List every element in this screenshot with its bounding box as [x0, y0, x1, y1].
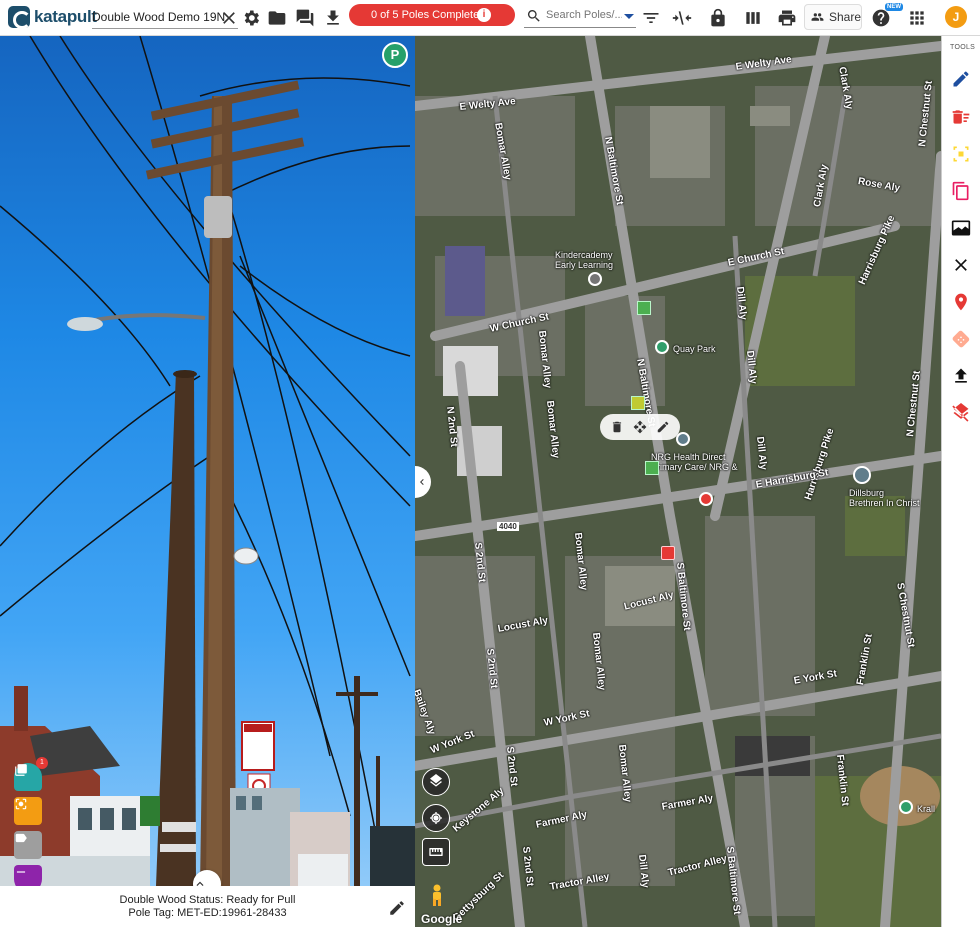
- map-layers-button[interactable]: [422, 768, 450, 796]
- layers-off-tool[interactable]: [950, 402, 972, 424]
- photo-count-badge: 1: [36, 757, 48, 769]
- bandage-tool[interactable]: [950, 328, 972, 350]
- label-icon: [15, 833, 27, 843]
- map-image-icon: [951, 220, 971, 236]
- user-avatar[interactable]: J: [945, 6, 967, 28]
- pole-tag: Pole Tag: MET-ED:19961-28433: [128, 907, 287, 919]
- logo-text: katapult: [34, 7, 97, 26]
- katapult-logo-icon: [8, 6, 31, 29]
- new-badge: NEW: [885, 3, 903, 11]
- church-icon[interactable]: [853, 466, 871, 484]
- park-tree-icon[interactable]: [899, 800, 913, 814]
- filter-icon[interactable]: [640, 7, 662, 29]
- search-input[interactable]: [546, 9, 622, 21]
- poi-nrg-health[interactable]: NRG Health Direct Primary Care/ NRG &: [651, 452, 738, 472]
- folder-icon[interactable]: [266, 7, 288, 29]
- map-marker-icon: [955, 293, 967, 311]
- focus-button[interactable]: [14, 797, 42, 825]
- people-icon: [811, 13, 824, 21]
- pole-marker-red[interactable]: [661, 546, 675, 560]
- upload-tool[interactable]: [950, 365, 972, 387]
- search-poles[interactable]: [524, 6, 636, 28]
- close-icon: [955, 259, 967, 271]
- minus-icon: [16, 871, 26, 873]
- chevron-left-icon: [420, 479, 424, 485]
- pole-actions-toolbar: [600, 414, 680, 440]
- edit-pencil-icon[interactable]: [656, 420, 670, 434]
- photo-side-tools: 1: [14, 757, 48, 886]
- pole-marker-selected[interactable]: [631, 396, 645, 410]
- tag-button[interactable]: [14, 831, 42, 859]
- download-icon[interactable]: [322, 7, 344, 29]
- minus-button[interactable]: [14, 865, 42, 886]
- ruler-icon: [429, 848, 443, 856]
- top-bar: katapult Double Wood Demo 19N 0 of 5 Pol…: [0, 0, 980, 36]
- progress-text: 0 of 5 Poles Completed: [371, 9, 486, 21]
- job-name-field[interactable]: Double Wood Demo 19N: [92, 7, 238, 29]
- clear-job-icon[interactable]: [218, 7, 240, 29]
- lock-icon[interactable]: [707, 7, 729, 29]
- pole-marker-alert[interactable]: [699, 492, 713, 506]
- pole-marker[interactable]: [645, 461, 659, 475]
- select-box-tool[interactable]: [950, 143, 972, 165]
- edit-status-pencil-icon[interactable]: [388, 899, 406, 917]
- photo-library-icon: [15, 764, 27, 776]
- pole-photo: [0, 36, 415, 886]
- apps-grid-icon[interactable]: [906, 7, 928, 29]
- layers-off-icon: [952, 403, 969, 422]
- delete-icon[interactable]: [610, 420, 624, 434]
- settings-gear-icon[interactable]: [240, 7, 262, 29]
- merge-arrows-icon[interactable]: [671, 7, 693, 29]
- park-tree-icon[interactable]: [655, 340, 669, 354]
- poi-dillsburg-brethren[interactable]: Dillsburg Brethren In Christ: [849, 488, 920, 508]
- columns-icon[interactable]: [742, 7, 764, 29]
- pole-status-footer: Double Wood Status: Ready for Pull Pole …: [0, 886, 415, 927]
- crosshair-icon: [430, 812, 442, 824]
- photo-gallery-button[interactable]: 1: [14, 757, 48, 791]
- upload-icon: [955, 368, 967, 383]
- pole-marker[interactable]: [637, 301, 651, 315]
- katapult-logo[interactable]: katapult: [8, 6, 97, 29]
- pole-photo-viewer[interactable]: P 1: [0, 36, 415, 886]
- chevron-down-icon[interactable]: [624, 14, 634, 19]
- hospital-icon[interactable]: [676, 432, 690, 446]
- photo-p-badge[interactable]: P: [382, 42, 408, 68]
- move-icon[interactable]: [633, 420, 647, 434]
- close-tool[interactable]: [950, 254, 972, 276]
- map-image-tool[interactable]: [950, 217, 972, 239]
- tools-sidebar: TOOLS: [941, 36, 980, 927]
- measure-button[interactable]: [422, 838, 450, 866]
- focus-frame-icon: [15, 798, 27, 810]
- search-icon: [526, 8, 542, 29]
- satellite-map[interactable]: E Welty Ave E Welty Ave Bomar Alley N Ba…: [415, 36, 941, 927]
- chevron-up-icon: [196, 881, 204, 886]
- poi-quay-park[interactable]: Quay Park: [673, 344, 716, 354]
- my-location-button[interactable]: [422, 804, 450, 832]
- map-pin-icon[interactable]: [588, 272, 602, 286]
- bandage-icon: [952, 330, 970, 348]
- share-button[interactable]: Share: [804, 4, 862, 30]
- chat-icon[interactable]: [294, 7, 316, 29]
- layers-icon: [430, 774, 442, 787]
- google-logo: Google: [421, 912, 463, 926]
- double-wood-status: Double Wood Status: Ready for Pull: [119, 894, 296, 906]
- street-view-pegman-icon[interactable]: [429, 884, 445, 906]
- copy-tool[interactable]: [950, 180, 972, 202]
- select-box-icon: [953, 146, 969, 162]
- poi-krall[interactable]: Krall: [917, 804, 935, 814]
- tools-label: TOOLS: [950, 44, 976, 51]
- route-shield: 4040: [497, 522, 519, 531]
- poles-progress-button[interactable]: 0 of 5 Poles Completed i: [349, 4, 515, 26]
- pencil-icon: [953, 71, 969, 87]
- delete-multiple-tool[interactable]: [950, 106, 972, 128]
- pencil-tool[interactable]: [950, 68, 972, 90]
- delete-multiple-icon: [952, 110, 970, 124]
- map-marker-tool[interactable]: [950, 291, 972, 313]
- print-icon[interactable]: [776, 7, 798, 29]
- info-icon[interactable]: i: [477, 8, 491, 22]
- copy-icon: [952, 181, 969, 201]
- poi-kindercademy[interactable]: Kindercademy Early Learning: [555, 250, 613, 270]
- share-label: Share: [828, 10, 861, 24]
